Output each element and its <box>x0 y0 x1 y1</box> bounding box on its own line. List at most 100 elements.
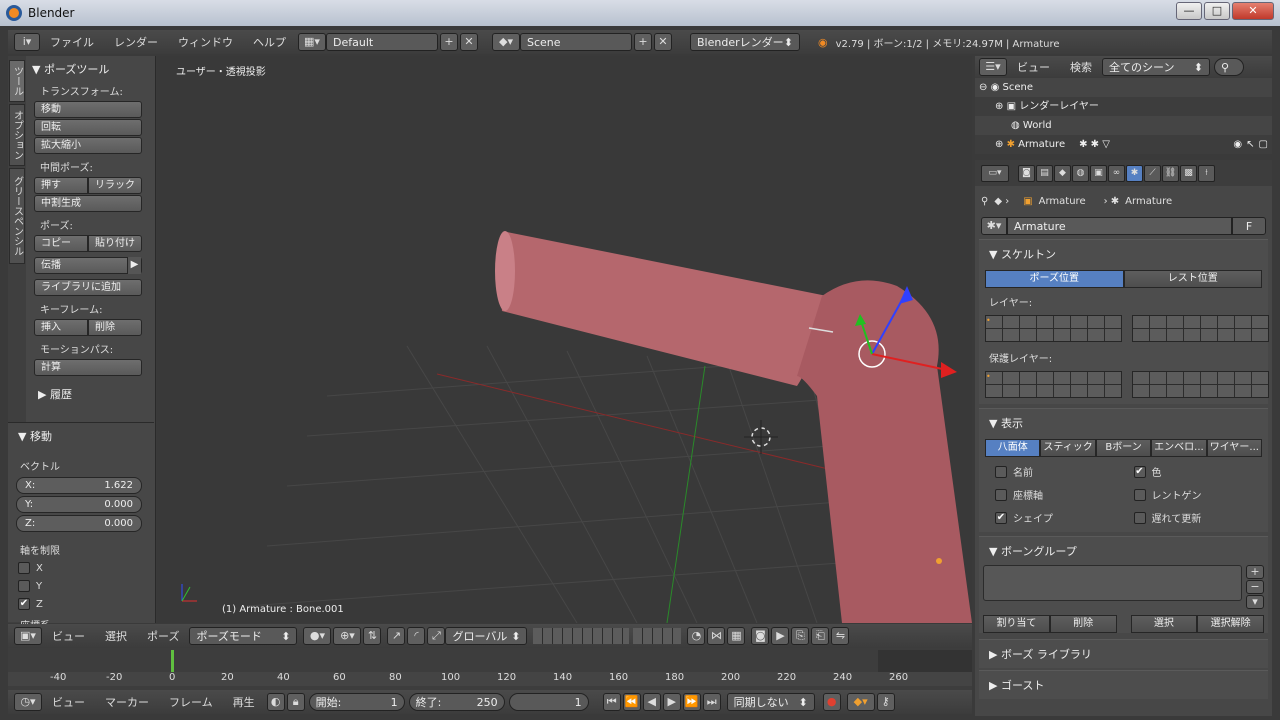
keying-set-icon[interactable]: ◆▾ <box>846 693 875 711</box>
translate-manip-icon[interactable]: ↗ <box>387 627 406 645</box>
menu-search[interactable]: 検索 <box>1060 59 1102 75</box>
current-frame-field[interactable]: 1 <box>508 693 589 711</box>
eye-icon[interactable]: ◉ <box>1233 135 1242 154</box>
render-anim-icon[interactable]: ▶ <box>771 627 790 645</box>
add-group-icon[interactable]: + <box>1246 565 1264 579</box>
armature-data-tab-icon[interactable]: ✱ <box>1126 164 1143 182</box>
menu-file[interactable]: ファイル <box>40 34 104 50</box>
tree-item-render-layers[interactable]: ⊕ ▣ レンダーレイヤー <box>975 97 1272 116</box>
vector-z-field[interactable]: Z: 0.000 <box>16 515 142 532</box>
editor-type-icon[interactable]: ☰▾ <box>979 58 1007 76</box>
translate-button[interactable]: 移動 <box>34 101 142 118</box>
axis-x-checkbox[interactable]: X <box>8 559 154 577</box>
constraints-tab-icon[interactable]: ∞ <box>1108 164 1125 182</box>
pin-icon[interactable]: ⚲ <box>981 196 988 207</box>
jump-end-icon[interactable]: ⏭ <box>702 693 721 711</box>
vector-y-field[interactable]: Y: 0.000 <box>16 496 142 513</box>
collapse-icon[interactable]: ⊖ <box>979 82 987 93</box>
rotate-manip-icon[interactable]: ◜ <box>407 627 426 645</box>
info-icon[interactable]: i▾ <box>14 33 40 51</box>
fake-user-button[interactable]: F <box>1232 217 1266 235</box>
layer-buttons[interactable] <box>533 628 630 644</box>
propagate-button[interactable]: 伝播 ▶ <box>34 257 142 274</box>
protected-layers-grid-b[interactable] <box>1132 371 1269 398</box>
delete-keyframe-button[interactable]: 削除 <box>88 319 142 336</box>
scene-icon[interactable]: ◆▾ <box>492 33 520 51</box>
scene-field[interactable]: Scene <box>520 33 632 51</box>
world-tab-icon[interactable]: ◍ <box>1072 164 1089 182</box>
names-checkbox[interactable]: 名前 <box>985 461 1124 482</box>
select-button[interactable]: 選択 <box>1130 615 1198 633</box>
minimize-button[interactable]: — <box>1176 2 1202 20</box>
tab-grease-pencil[interactable]: グリースペンシル <box>9 168 25 264</box>
menu-view[interactable]: ビュー <box>1007 59 1060 75</box>
cursor-select-icon[interactable]: ↖ <box>1246 135 1254 154</box>
relax-button[interactable]: リラック <box>88 177 142 194</box>
display-mode-select[interactable]: 全てのシーン ⬍ <box>1102 58 1210 76</box>
remove-layout-icon[interactable]: ✕ <box>460 33 478 51</box>
rotate-button[interactable]: 回転 <box>34 119 142 136</box>
render-icon[interactable]: ◙ <box>751 627 770 645</box>
axis-z-checkbox[interactable]: ✔ Z <box>8 595 154 613</box>
pose-position-button[interactable]: ポーズ位置 <box>985 270 1124 288</box>
add-layout-icon[interactable]: + <box>440 33 458 51</box>
menu-window[interactable]: ウィンドウ <box>168 34 243 50</box>
render-tab-icon[interactable]: ◙ <box>1018 164 1035 182</box>
delay-refresh-checkbox[interactable]: 遅れて更新 <box>1124 507 1263 528</box>
bone-groups-list[interactable] <box>983 565 1242 601</box>
remove-button[interactable]: 削除 <box>1049 615 1117 633</box>
menu-view[interactable]: ビュー <box>42 694 95 710</box>
calculate-button[interactable]: 計算 <box>34 359 142 376</box>
breakdown-button[interactable]: 中割生成 <box>34 195 142 212</box>
xray-checkbox[interactable]: レントゲン <box>1124 484 1263 505</box>
editor-type-icon[interactable]: ▭▾ <box>981 164 1009 182</box>
end-frame-field[interactable]: 終了: 250 <box>408 693 505 711</box>
colors-checkbox[interactable]: ✔ 色 <box>1124 461 1263 482</box>
jump-start-icon[interactable]: ⏮ <box>602 693 621 711</box>
texture-tab-icon[interactable]: ▩ <box>1180 164 1197 182</box>
tree-item-armature[interactable]: ⊕ ✱ Armature ✱ ✱ ▽ ◉ ↖ ▢ <box>975 135 1272 154</box>
layers-tab-icon[interactable]: ▤ <box>1036 164 1053 182</box>
insert-keyframe-button[interactable]: 挿入 <box>34 319 88 336</box>
paste-flipped-icon[interactable]: ⇋ <box>831 627 850 645</box>
paste-pose-button[interactable]: 貼り付け <box>88 235 142 252</box>
datablock-name-field[interactable]: Armature <box>1007 217 1232 235</box>
tree-item-world[interactable]: ◍ World <box>975 116 1272 135</box>
3d-viewport[interactable]: + ユーザー・透視投影 (1) Armature : Bone.001 <box>157 56 972 623</box>
sync-select[interactable]: 同期しない ⬍ <box>726 693 815 711</box>
vector-x-field[interactable]: X: 1.622 <box>16 477 142 494</box>
snap-icon[interactable]: ▦ <box>727 627 746 645</box>
expand-icon[interactable]: ⊕ <box>995 135 1003 154</box>
search-field[interactable]: ⚲ <box>1214 58 1244 76</box>
copy-pose-button[interactable]: コピー <box>34 235 88 252</box>
tree-item-scene[interactable]: ⊖ ◉ Scene <box>975 78 1272 97</box>
menu-view[interactable]: ビュー <box>42 628 95 644</box>
tab-options[interactable]: オプション <box>9 104 25 166</box>
mode-select[interactable]: ポーズモード ⬍ <box>189 627 298 645</box>
push-button[interactable]: 押す <box>34 177 88 194</box>
scale-button[interactable]: 拡大縮小 <box>34 137 142 154</box>
expand-icon[interactable]: ⊕ <box>995 101 1003 112</box>
display-header[interactable]: ▼ 表示 <box>979 409 1268 437</box>
axes-checkbox[interactable]: 座標軸 <box>985 484 1124 505</box>
add-to-library-button[interactable]: ライブラリに追加 <box>34 279 142 296</box>
remove-scene-icon[interactable]: ✕ <box>654 33 672 51</box>
menu-help[interactable]: ヘルプ <box>243 34 296 50</box>
pivot-icon[interactable]: ⊕▾ <box>333 627 362 645</box>
preview-range-icon[interactable]: ◐ <box>266 693 285 711</box>
scene-tab-icon[interactable]: ◆ <box>1054 164 1071 182</box>
display-bbone-button[interactable]: Bボーン <box>1095 439 1152 457</box>
bone-layers-grid-b[interactable] <box>1132 315 1269 342</box>
menu-pose[interactable]: ポーズ <box>137 628 189 644</box>
editor-type-icon[interactable]: ◷▾ <box>14 693 42 711</box>
menu-playback[interactable]: 再生 <box>223 694 265 710</box>
pose-tools-header[interactable]: ▼ ポーズツール <box>28 59 154 79</box>
play-reverse-icon[interactable]: ◀ <box>642 693 661 711</box>
menu-marker[interactable]: マーカー <box>95 694 159 710</box>
bone-groups-header[interactable]: ▼ ボーングループ <box>979 537 1268 565</box>
copy-pose-icon[interactable]: ⎘ <box>791 627 810 645</box>
insert-key-icon[interactable]: ⚷ <box>876 693 895 711</box>
bone-constraint-tab-icon[interactable]: ⛓ <box>1162 164 1179 182</box>
physics-tab-icon[interactable]: ⟊ <box>1198 164 1215 182</box>
axis-y-checkbox[interactable]: Y <box>8 577 154 595</box>
